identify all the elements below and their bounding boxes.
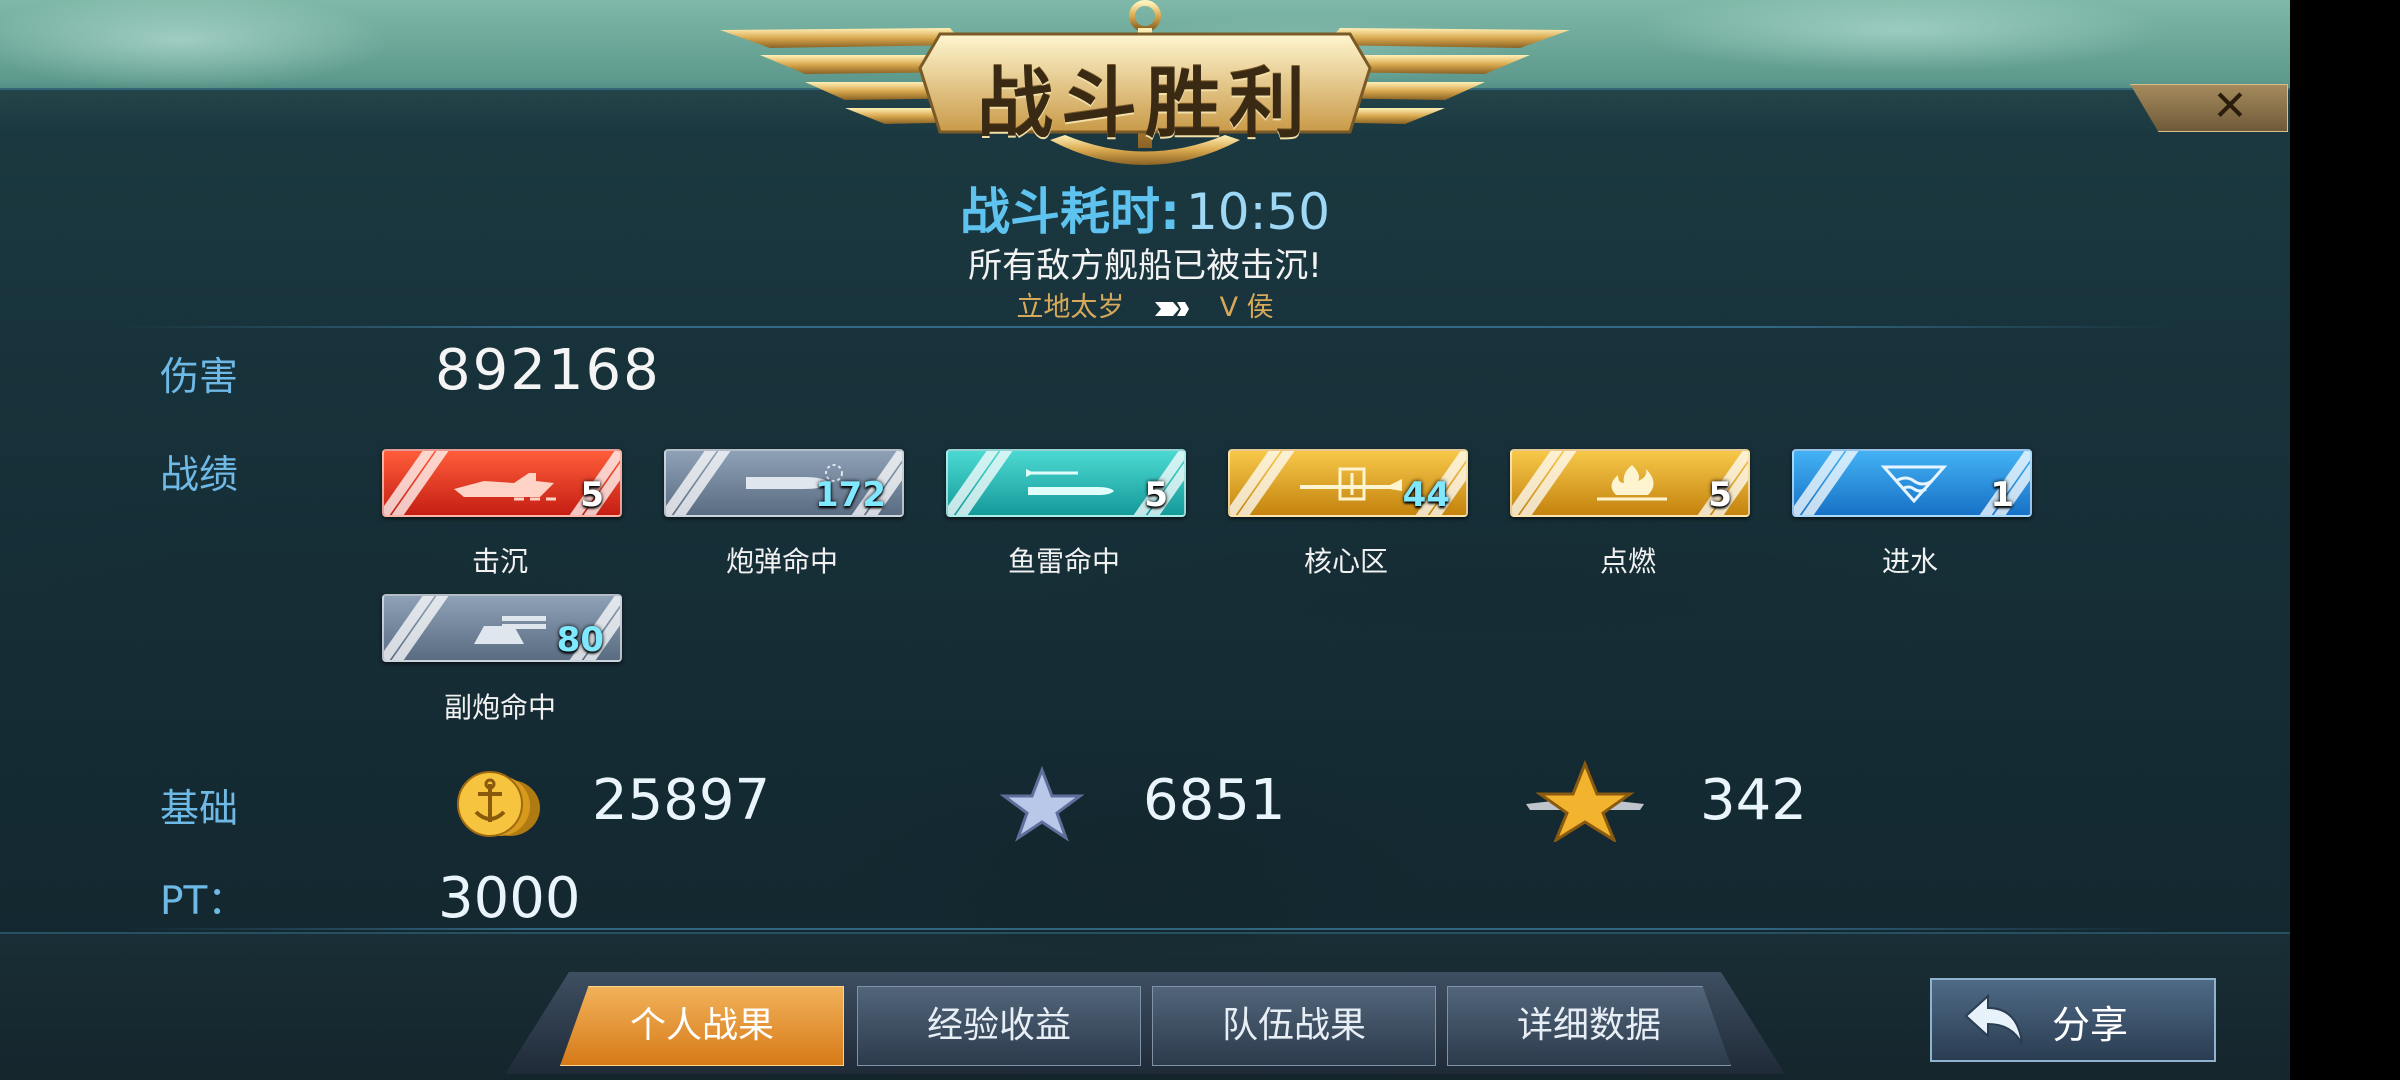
close-button[interactable]: ✕ — [2200, 84, 2260, 130]
badge-sink[interactable]: 5 — [382, 449, 622, 517]
tab-team-result[interactable]: 队伍战果 — [1152, 986, 1436, 1066]
damage-label: 伤害 — [160, 355, 239, 400]
core-zone-caption: 核心区 — [1303, 545, 1388, 578]
secondary-hits-count: 80 — [556, 620, 604, 660]
medal-value: 342 — [1700, 768, 1807, 833]
gold-medal-icon — [1526, 760, 1644, 842]
tab-personal-result[interactable]: 个人战果 — [560, 986, 844, 1066]
sink-count: 5 — [580, 475, 604, 515]
versus-icon — [1154, 301, 1189, 316]
ignite-count: 5 — [1708, 475, 1732, 515]
flooding-count: 1 — [1990, 475, 2014, 515]
badge-flooding[interactable]: 1 — [1792, 449, 2032, 517]
tab-detailed-data[interactable]: 详细数据 — [1447, 986, 1731, 1066]
ignite-caption: 点燃 — [1599, 545, 1656, 578]
pt-value: 3000 — [438, 866, 581, 931]
ship-sink-icon — [454, 473, 559, 501]
damage-value: 892168 — [435, 338, 661, 403]
sink-caption: 击沉 — [471, 545, 528, 578]
gold-coin-icon — [457, 771, 540, 837]
shell-hits-caption: 炮弹命中 — [725, 545, 838, 578]
torpedo-hits-count: 5 — [1144, 475, 1168, 515]
share-label: 分享 — [2052, 1003, 2129, 1047]
badge-torpedo-hits[interactable]: 5 — [946, 449, 1186, 517]
badge-ignite[interactable]: 5 — [1510, 449, 1750, 517]
core-zone-icon — [1300, 467, 1402, 501]
base-label: 基础 — [160, 787, 239, 832]
player-right-name: V 侯 — [1219, 292, 1274, 323]
flooding-icon — [1880, 465, 1948, 504]
battle-duration: 战斗耗时: 10:50 — [0, 172, 2290, 244]
battle-result-screen: 战斗胜利 ✕ 战斗耗时: 10:50 所有敌方舰船已被击沉! 立地太岁 V 侯 伤… — [0, 0, 2290, 1080]
divider-line — [120, 928, 2170, 930]
result-message: 所有敌方舰船已被击沉! — [968, 246, 1322, 286]
shell-hits-count: 172 — [815, 475, 886, 515]
duration-value: 10:50 — [1185, 183, 1331, 241]
secondary-hits-caption: 副炮命中 — [443, 691, 556, 724]
pt-label: PT： — [160, 879, 247, 924]
badge-shell-hits[interactable]: 172 — [664, 449, 904, 517]
player-left-name: 立地太岁 — [1016, 292, 1125, 323]
badge-core-zone[interactable]: 44 — [1228, 449, 1468, 517]
gold-value: 25897 — [592, 768, 771, 833]
core-zone-count: 44 — [1402, 475, 1450, 515]
tab-exp-gains[interactable]: 经验收益 — [857, 986, 1141, 1066]
flooding-caption: 进水 — [1881, 545, 1938, 578]
fire-icon — [1597, 465, 1667, 501]
duration-label: 战斗耗时: — [959, 183, 1180, 241]
torpedo-hits-caption: 鱼雷命中 — [1007, 545, 1120, 578]
torpedo-icon — [1026, 469, 1114, 495]
victory-title: 战斗胜利 — [977, 59, 1313, 148]
secondary-gun-icon — [474, 616, 546, 644]
divider-line — [120, 326, 2170, 328]
share-button[interactable]: 分享 — [1930, 978, 2216, 1062]
players-line: 立地太岁 V 侯 — [0, 285, 2290, 324]
badge-secondary-hits[interactable]: 80 — [382, 594, 622, 662]
share-arrow-icon — [1964, 993, 2023, 1045]
silver-star-icon — [1000, 766, 1084, 842]
star-value: 6851 — [1143, 768, 1286, 833]
record-label: 战绩 — [160, 453, 239, 498]
